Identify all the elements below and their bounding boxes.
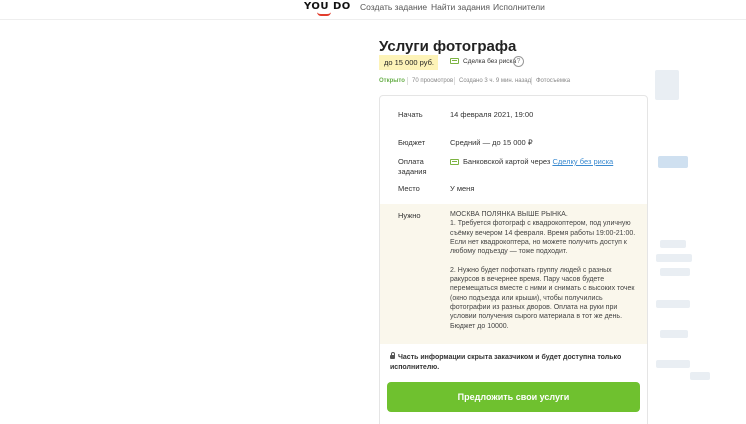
place-label: Место (398, 184, 420, 193)
meta-divider (454, 77, 455, 85)
nav-create-task[interactable]: Создать задание (360, 2, 427, 12)
place-value: У меня (450, 184, 475, 193)
payment-value: Банковской картой через Сделку без риска (450, 157, 613, 167)
meta-divider (407, 77, 408, 85)
needs-label: Нужно (398, 211, 421, 220)
task-title: Услуги фотографа (379, 38, 517, 55)
task-description: МОСКВА ПОЛЯНКА ВЫШЕ РЫНКА. 1. Требуется … (450, 211, 636, 330)
logo-smile-icon (317, 12, 331, 16)
start-label: Начать (398, 110, 423, 119)
views-count: 70 просмотров (412, 78, 454, 84)
payment-method-text: Банковской картой через (463, 157, 551, 166)
youdo-logo[interactable]: YOU DO (304, 1, 351, 12)
task-category[interactable]: Фотосъемка (536, 78, 570, 84)
offer-services-button[interactable]: Предложить свои услуги (387, 382, 640, 412)
bank-card-icon (450, 159, 459, 165)
top-navbar: YOU DO Создать задание Найти задания Исп… (0, 0, 746, 20)
help-icon[interactable]: ? (513, 56, 524, 67)
budget-value: Средний — до 15 000 ₽ (450, 138, 533, 147)
hidden-info-note: Часть информации скрыта заказчиком и буд… (390, 354, 622, 371)
payment-label: Оплата задания (398, 157, 427, 176)
start-value: 14 февраля 2021, 19:00 (450, 110, 534, 119)
nav-performers[interactable]: Исполнители (493, 2, 545, 12)
nav-find-tasks[interactable]: Найти задания (431, 2, 490, 12)
bank-card-icon (450, 58, 459, 64)
meta-divider (531, 77, 532, 85)
safe-deal-text: Сделка без риска (463, 58, 517, 65)
budget-label: Бюджет (398, 138, 426, 147)
safe-deal-label[interactable]: Сделка без риска (450, 58, 516, 65)
price-badge: до 15 000 руб. (379, 55, 438, 70)
safe-deal-link[interactable]: Сделку без риска (552, 157, 613, 166)
created-time: Создано 3 ч. 9 мин. назад (459, 78, 532, 84)
status-badge: Открыто (379, 78, 405, 84)
